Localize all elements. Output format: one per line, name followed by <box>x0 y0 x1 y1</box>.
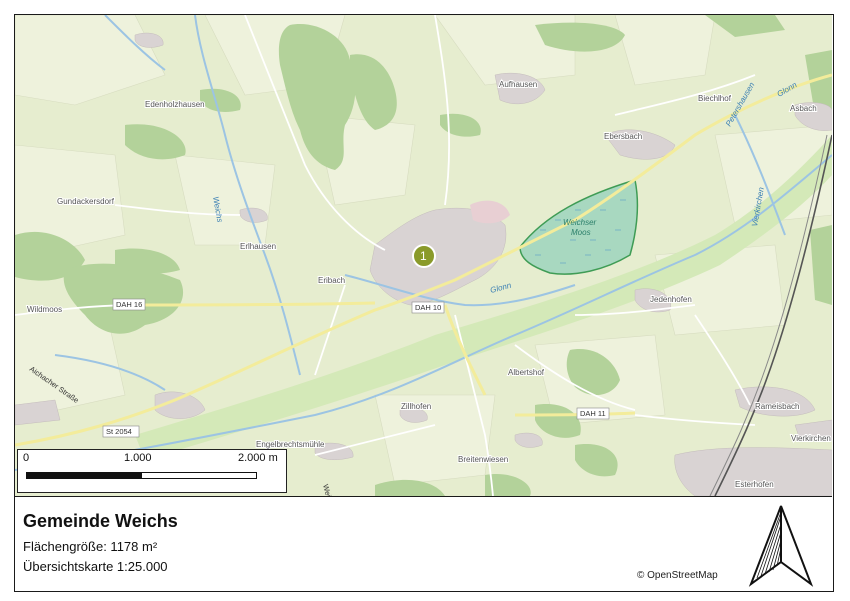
place-gundackersdorf: Gundackersdorf <box>57 197 115 206</box>
location-marker-label: 1 <box>420 249 427 263</box>
scale-label-zero: 0 <box>23 452 30 464</box>
place-asbach: Asbach <box>790 104 817 113</box>
moos-label-line2: Moos <box>571 228 591 237</box>
place-breitenwiesen: Breitenwiesen <box>458 455 508 464</box>
place-rameisbach: Rameisbach <box>755 402 799 411</box>
map-title: Gemeinde Weichs <box>23 511 178 531</box>
place-aufhausen: Aufhausen <box>499 80 537 89</box>
place-biechlhof: Biechlhof <box>698 94 732 103</box>
place-vierkirchen: Vierkirchen <box>791 434 831 443</box>
scale-bar: 0 1.000 2.000 m <box>17 449 287 493</box>
road-label-dah10: DAH 10 <box>415 303 441 312</box>
map-layout-frame: Aufhausen Biechlhof Asbach Edenholzhause… <box>14 14 834 592</box>
area-text: Flächengröße: 1178 m² <box>23 539 158 554</box>
scale-segment-black <box>26 472 142 479</box>
scale-segment-white <box>141 472 257 479</box>
map-view[interactable]: Aufhausen Biechlhof Asbach Edenholzhause… <box>15 15 832 497</box>
place-zillhofen: Zillhofen <box>401 402 431 411</box>
north-arrow-icon <box>748 505 814 587</box>
place-esterhofen: Esterhofen <box>735 480 774 489</box>
attribution: © OpenStreetMap <box>637 570 718 581</box>
scale-text: Übersichtskarte 1:25.000 <box>23 559 168 574</box>
place-jedenhofen: Jedenhofen <box>650 295 692 304</box>
place-wildmoos: Wildmoos <box>27 305 62 314</box>
place-erlhausen: Erlhausen <box>240 242 276 251</box>
place-ebersbach: Ebersbach <box>604 132 642 141</box>
road-label-dah16: DAH 16 <box>116 300 142 309</box>
place-engelbrechtsmuehle: Engelbrechtsmühle <box>256 440 325 449</box>
moos-label-line1: Weichser <box>563 218 597 227</box>
scale-label-end: 2.000 m <box>238 452 278 464</box>
place-edenholzhausen: Edenholzhausen <box>145 100 205 109</box>
location-marker[interactable]: 1 <box>412 244 436 268</box>
road-label-st2054: St 2054 <box>106 427 132 436</box>
scale-label-mid: 1.000 <box>124 452 152 464</box>
place-albertshof: Albertshof <box>508 368 545 377</box>
place-eribach: Eribach <box>318 276 345 285</box>
road-label-dah11: DAH 11 <box>580 409 606 418</box>
map-canvas[interactable]: Aufhausen Biechlhof Asbach Edenholzhause… <box>15 15 832 496</box>
